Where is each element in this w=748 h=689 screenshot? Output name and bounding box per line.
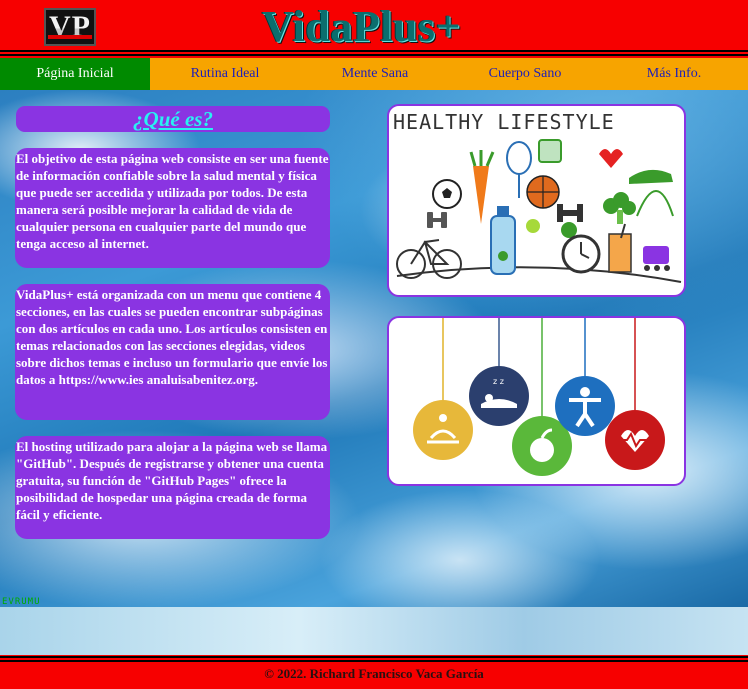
main-content: ¿Qué es? El objetivo de esta página web … (0, 90, 748, 607)
jump-rope-icon (636, 190, 674, 217)
intro-paragraph: El objetivo de esta página web consiste … (15, 148, 330, 268)
background-watermark: EVRUMU (2, 597, 41, 607)
svg-text:z z: z z (493, 377, 504, 386)
wellness-ornaments-illustration: z z (413, 318, 665, 476)
section-title: ¿Qué es? (16, 106, 330, 132)
fitness-person-icon (555, 376, 615, 436)
alarm-clock-icon (561, 234, 601, 274)
site-footer: © 2022. Richard Francisco Vaca García (0, 655, 748, 689)
healthy-lifestyle-image: HEALTHY LIFESTYLE (387, 104, 686, 297)
header-divider (0, 49, 748, 58)
juice-glass-icon (608, 223, 632, 273)
nav-item-mas-info[interactable]: Más Info. (600, 58, 748, 90)
structure-paragraph: VidaPlus+ está organizada con un menu qu… (15, 284, 330, 420)
heart-rate-icon (605, 410, 665, 470)
nav-item-mente-sana[interactable]: Mente Sana (300, 58, 450, 90)
site-header: VP VidaPlus+ (0, 0, 748, 58)
sleep-icon: z z (469, 366, 529, 426)
water-bottle-icon (490, 206, 516, 275)
section-title-text: ¿Qué es? (133, 107, 213, 131)
healthy-lifestyle-illustration (396, 139, 682, 283)
roller-skate-icon (643, 246, 670, 271)
broccoli-icon (603, 192, 636, 224)
dumbbell-2-icon (557, 204, 583, 222)
footer-divider (0, 655, 748, 664)
nav-item-cuerpo-sano[interactable]: Cuerpo Sano (450, 58, 600, 90)
hosting-paragraph: El hosting utilizado para alojar a la pá… (15, 436, 330, 539)
background-strip (0, 607, 748, 655)
nav-item-pagina-inicial[interactable]: Página Inicial (0, 58, 150, 90)
tennis-ball-icon (526, 219, 540, 233)
wellness-icons-image: z z (387, 316, 686, 486)
meditation-icon (413, 400, 473, 460)
site-logo[interactable]: VP (44, 8, 96, 46)
site-title: VidaPlus+ (262, 2, 462, 51)
copyright-text: © 2022. Richard Francisco Vaca García (264, 666, 484, 681)
cup-icon (538, 139, 562, 163)
dumbbell-icon (427, 212, 447, 228)
carrot-icon (469, 150, 495, 224)
nav-item-rutina-ideal[interactable]: Rutina Ideal (150, 58, 300, 90)
heart-icon (599, 149, 623, 168)
sneaker-icon (629, 169, 673, 184)
logo-underline (48, 35, 92, 39)
main-nav: Página Inicial Rutina Ideal Mente Sana C… (0, 58, 748, 90)
